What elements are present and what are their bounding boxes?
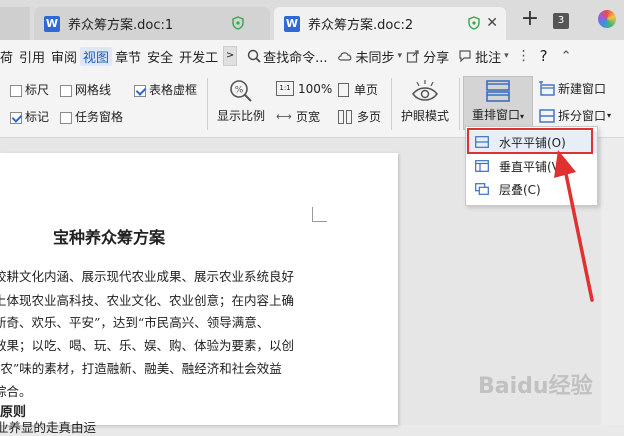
cascade-label: 层叠(C) — [499, 182, 541, 197]
zoom-100-label: 100% — [298, 81, 333, 96]
zoom-ratio-label: 显示比例 — [216, 109, 265, 123]
chevron-down-icon: ▾ — [607, 111, 612, 120]
collapse-ribbon-icon[interactable]: ⌃ — [561, 49, 572, 64]
menu-item-reference[interactable]: 引用 — [16, 47, 48, 66]
margin-corner-mark — [312, 207, 327, 222]
split-window-button[interactable]: 拆分窗口 ▾ — [538, 107, 611, 124]
menu-item-view[interactable]: 视图 — [80, 46, 113, 66]
zoom-ratio-button[interactable]: % 显示比例 — [213, 78, 269, 124]
document-line: 业养显的走真由运 — [0, 420, 97, 435]
eye-icon — [412, 80, 438, 101]
menu-item-start[interactable]: 荷 — [0, 47, 16, 66]
shield-icon — [468, 16, 480, 30]
checkbox-label: 标记 — [25, 110, 50, 124]
chevron-down-icon: ▾ — [520, 112, 525, 121]
tab-doc-1[interactable]: W 养众筹方案.doc:1 — [34, 7, 270, 40]
tabbar-left-edge — [0, 7, 30, 40]
more-options-icon[interactable]: ⋮ — [517, 48, 531, 64]
menu-bar: 荷 引用 审阅 视图 章节 安全 开发工 > 查找命令... 未同步 ▾ 分享 … — [0, 40, 624, 72]
new-window-button[interactable]: 新建窗口 — [538, 80, 606, 97]
eye-protection-label: 护眼模式 — [400, 109, 449, 123]
share-button[interactable]: 分享 — [420, 47, 452, 66]
menu-item-developer[interactable]: 开发工 — [176, 47, 221, 66]
tab-bar: W 养众筹方案.doc:1 W 养众筹方案.doc:2 ✕ + 3 — [0, 0, 624, 40]
comment-icon — [459, 50, 471, 63]
zoom-100-button[interactable]: 1:1 100% — [276, 81, 332, 96]
comment-button[interactable]: 批注 — [472, 47, 504, 66]
tab-count-badge[interactable]: 3 — [553, 13, 569, 29]
menu-item-chapter[interactable]: 章节 — [112, 47, 144, 66]
markup-checkbox[interactable]: 标记 — [10, 108, 49, 125]
vertical-tile-icon — [475, 160, 489, 172]
document-line: 综合。 — [0, 384, 32, 399]
chevron-down-icon[interactable]: ▾ — [398, 51, 403, 61]
document-line: 效果；以吃、喝、玩、乐、娱、购、体验为要素，以创 — [0, 338, 295, 353]
task-pane-checkbox[interactable]: 任务窗格 — [60, 108, 123, 125]
help-button[interactable]: ? — [537, 47, 551, 65]
checkbox-box — [134, 84, 146, 97]
page-width-label: 页宽 — [296, 110, 321, 124]
document-line: 校耕文化内涵、展示现代农业成果、展示农业系统良好 — [0, 269, 295, 284]
tab-doc-2[interactable]: W 养众筹方案.doc:2 ✕ — [274, 7, 506, 40]
chevron-down-icon[interactable]: ▾ — [504, 51, 509, 61]
word-doc-icon: W — [44, 15, 60, 32]
shield-icon — [232, 16, 244, 30]
gridlines-checkbox[interactable]: 网格线 — [60, 81, 111, 98]
command-search[interactable]: 查找命令... — [261, 47, 330, 66]
new-window-icon — [539, 80, 555, 96]
tab-title: 养众筹方案.doc:1 — [68, 18, 174, 33]
eye-protection-button[interactable]: 护眼模式 — [396, 78, 454, 124]
toolbar-divider — [391, 78, 392, 130]
toolbar-divider — [207, 78, 208, 130]
table-gridlines-checkbox[interactable]: 表格虚框 — [134, 81, 197, 98]
menu-item-security[interactable]: 安全 — [144, 47, 176, 66]
tab-title: 养众筹方案.doc:2 — [308, 18, 414, 33]
document-page[interactable]: 宝种养众筹方案 校耕文化内涵、展示现代农业成果、展示农业系统良好 上体现农业高科… — [0, 153, 398, 435]
checkbox-box — [10, 84, 22, 97]
rearrange-window-button[interactable]: 重排窗口▾ — [463, 76, 533, 130]
single-page-label: 单页 — [354, 83, 379, 97]
new-window-label: 新建窗口 — [558, 82, 607, 96]
checkbox-box — [60, 84, 72, 97]
share-icon — [406, 50, 419, 63]
toolbar-divider — [459, 78, 460, 130]
cloud-sync-icon — [337, 52, 351, 61]
word-doc-icon: W — [284, 15, 300, 32]
annotation-arrow — [554, 150, 594, 302]
single-page-button[interactable]: 单页 — [338, 81, 378, 98]
watermark: Baidu经验 — [478, 374, 593, 399]
page-width-icon: ⟷ — [276, 110, 292, 123]
svg-text:%: % — [235, 86, 244, 96]
checkbox-label: 任务窗格 — [75, 110, 124, 124]
multi-page-label: 多页 — [357, 110, 382, 124]
close-icon[interactable]: ✕ — [486, 15, 498, 31]
new-tab-button[interactable]: + — [518, 8, 542, 32]
magnifier-percent-icon: % — [230, 80, 252, 102]
page-width-button[interactable]: ⟷ 页宽 — [276, 108, 320, 125]
skin-icon[interactable] — [598, 10, 616, 28]
checkbox-label: 标尺 — [25, 83, 50, 97]
multi-page-icon — [338, 109, 352, 124]
split-window-icon — [539, 108, 555, 123]
document-line: “农”味的素材，打造融新、融美、融经济和社会效益 — [0, 361, 282, 376]
split-window-label: 拆分窗口 — [558, 109, 607, 123]
sync-status[interactable]: 未同步 — [353, 47, 398, 66]
search-icon — [247, 49, 261, 63]
document-title: 宝种养众筹方案 — [53, 228, 166, 247]
window-tile-icon — [486, 80, 510, 102]
checkbox-box — [10, 111, 22, 124]
one-to-one-icon: 1:1 — [276, 81, 294, 96]
multi-page-button[interactable]: 多页 — [338, 108, 381, 125]
rearrange-window-label: 重排窗口▾ — [471, 108, 525, 122]
document-line: 上体现农业高科技、农业文化、农业创意；在内容上确 — [0, 293, 295, 308]
checkbox-label: 网格线 — [75, 83, 112, 97]
cascade-icon — [475, 183, 489, 195]
ruler-checkbox[interactable]: 标尺 — [10, 81, 49, 98]
document-line: 新奇、欢乐、平安”，达到“市民高兴、领导满意、 — [0, 315, 270, 330]
single-page-icon — [338, 82, 349, 97]
checkbox-box — [60, 111, 72, 124]
checkbox-label: 表格虚框 — [149, 83, 198, 97]
menu-more-button[interactable]: > — [223, 46, 238, 66]
menu-item-review[interactable]: 审阅 — [48, 47, 80, 66]
